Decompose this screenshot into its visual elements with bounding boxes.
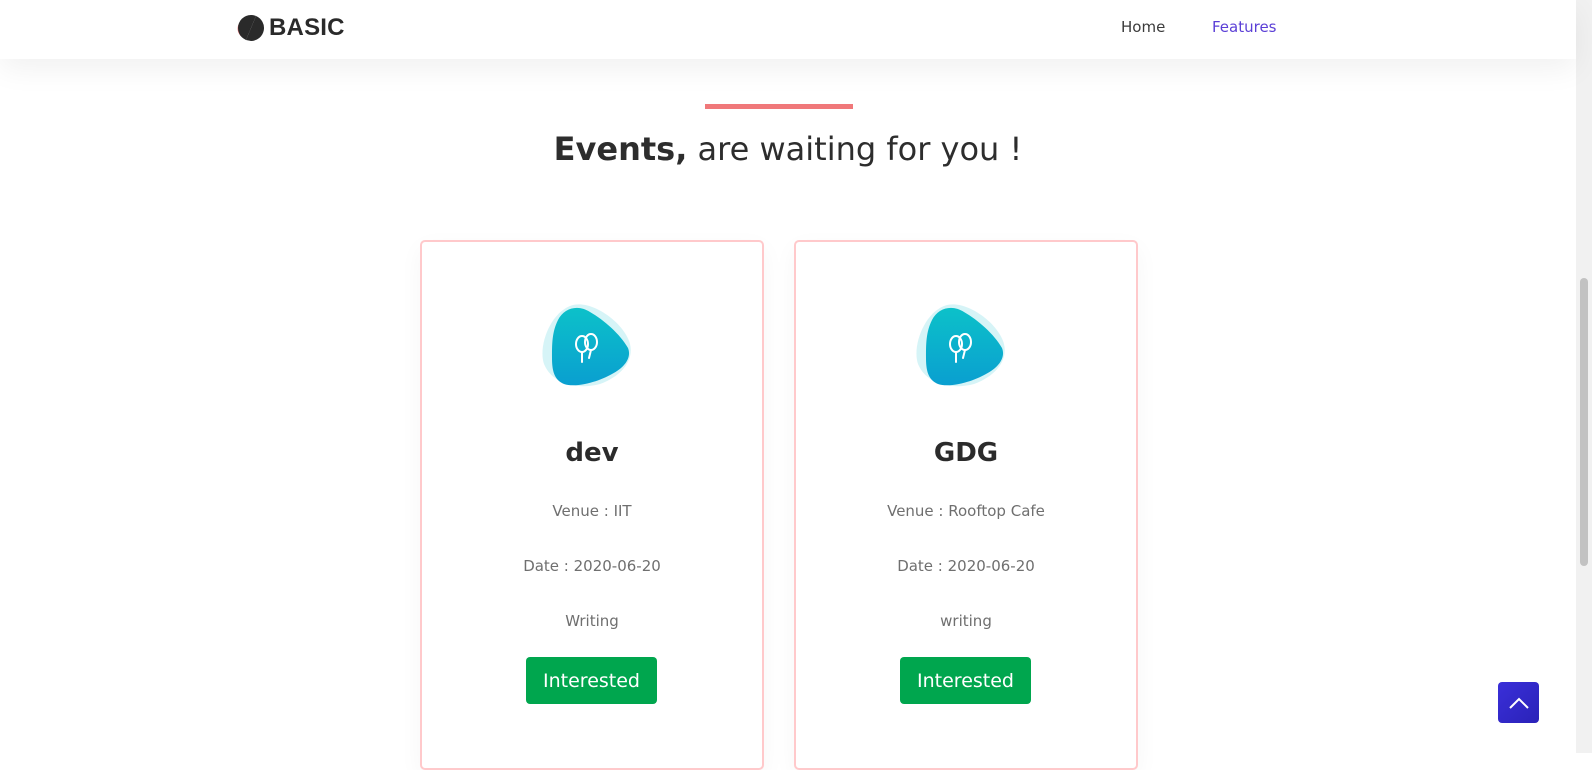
event-venue: Venue : IIT bbox=[552, 502, 632, 520]
section-title-bold: Events, bbox=[553, 130, 688, 168]
event-name: GDG bbox=[933, 438, 999, 468]
event-date: Date : 2020-06-20 bbox=[897, 557, 1035, 575]
event-date: Date : 2020-06-20 bbox=[523, 557, 661, 575]
section-divider bbox=[705, 104, 853, 109]
nav-features-link[interactable]: Features bbox=[1212, 17, 1277, 37]
event-description: Writing bbox=[565, 612, 619, 630]
brand-logo[interactable]: BASIC bbox=[236, 12, 345, 44]
event-venue: Venue : Rooftop Cafe bbox=[887, 502, 1045, 520]
scrollbar-thumb[interactable] bbox=[1580, 278, 1588, 566]
balloons-icon bbox=[542, 304, 631, 387]
interested-button[interactable]: Interested bbox=[900, 657, 1031, 704]
balloons-icon bbox=[916, 304, 1005, 387]
site-header: BASIC Home Features bbox=[0, 0, 1576, 59]
interested-button[interactable]: Interested bbox=[526, 657, 657, 704]
half-circle-logo-icon bbox=[237, 15, 264, 41]
brand-name: BASIC bbox=[269, 14, 345, 41]
event-card: GDG Venue : Rooftop Cafe Date : 2020-06-… bbox=[794, 240, 1138, 770]
event-card: dev Venue : IIT Date : 2020-06-20 Writin… bbox=[420, 240, 764, 770]
section-title-rest: are waiting for you ! bbox=[687, 130, 1023, 168]
nav-home-link[interactable]: Home bbox=[1121, 17, 1165, 37]
event-name: dev bbox=[565, 438, 619, 468]
section-title: Events, are waiting for you ! bbox=[0, 126, 1576, 172]
event-description: writing bbox=[940, 612, 992, 630]
scroll-to-top-button[interactable] bbox=[1498, 682, 1539, 723]
chevron-up-icon bbox=[1508, 697, 1529, 709]
